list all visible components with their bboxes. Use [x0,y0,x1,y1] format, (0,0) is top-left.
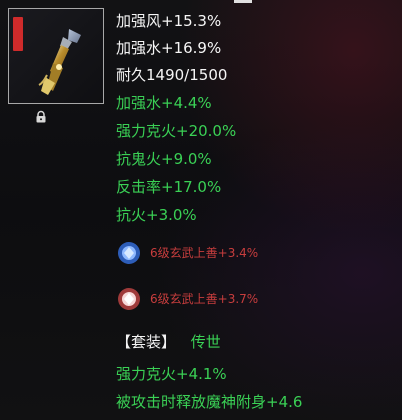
top-bar-indicator [234,0,252,3]
stat-line-5: 强力克火+20.0% [116,122,237,140]
set-title: 【套装】 传世 [116,333,221,351]
stat-line-2: 加强水+16.9% [116,39,222,57]
set-name: 传世 [190,333,221,351]
set-stat-line-1: 强力克火+4.1% [116,365,227,383]
set-label: 【套装】 [116,333,177,351]
stat-line-1: 加强风+15.3% [116,12,222,30]
set-stat-line-2: 被攻击时释放魔神附身+4.6 [116,393,303,411]
gem-text-1: 6级玄武上善+3.4% [150,246,259,260]
lock-icon [36,110,46,123]
stat-line-6: 抗鬼火+9.0% [116,150,212,168]
rank-tag [13,17,23,51]
blue-gem-icon [118,242,140,264]
weapon-icon [38,29,81,95]
item-tooltip: 加强风+15.3% 加强水+16.9% 耐久1490/1500 加强水+4.4%… [0,0,402,420]
gem-line-1: 6级玄武上善+3.4% [116,240,258,266]
red-gem-icon [118,288,140,310]
item-frame [8,8,104,104]
stat-line-7: 反击率+17.0% [116,178,222,196]
stat-line-4: 加强水+4.4% [116,94,212,112]
stat-line-3: 耐久1490/1500 [116,66,228,84]
stat-line-8: 抗火+3.0% [116,206,197,224]
gem-text-2: 6级玄武上善+3.7% [150,292,259,306]
gem-line-2: 6级玄武上善+3.7% [116,286,258,312]
